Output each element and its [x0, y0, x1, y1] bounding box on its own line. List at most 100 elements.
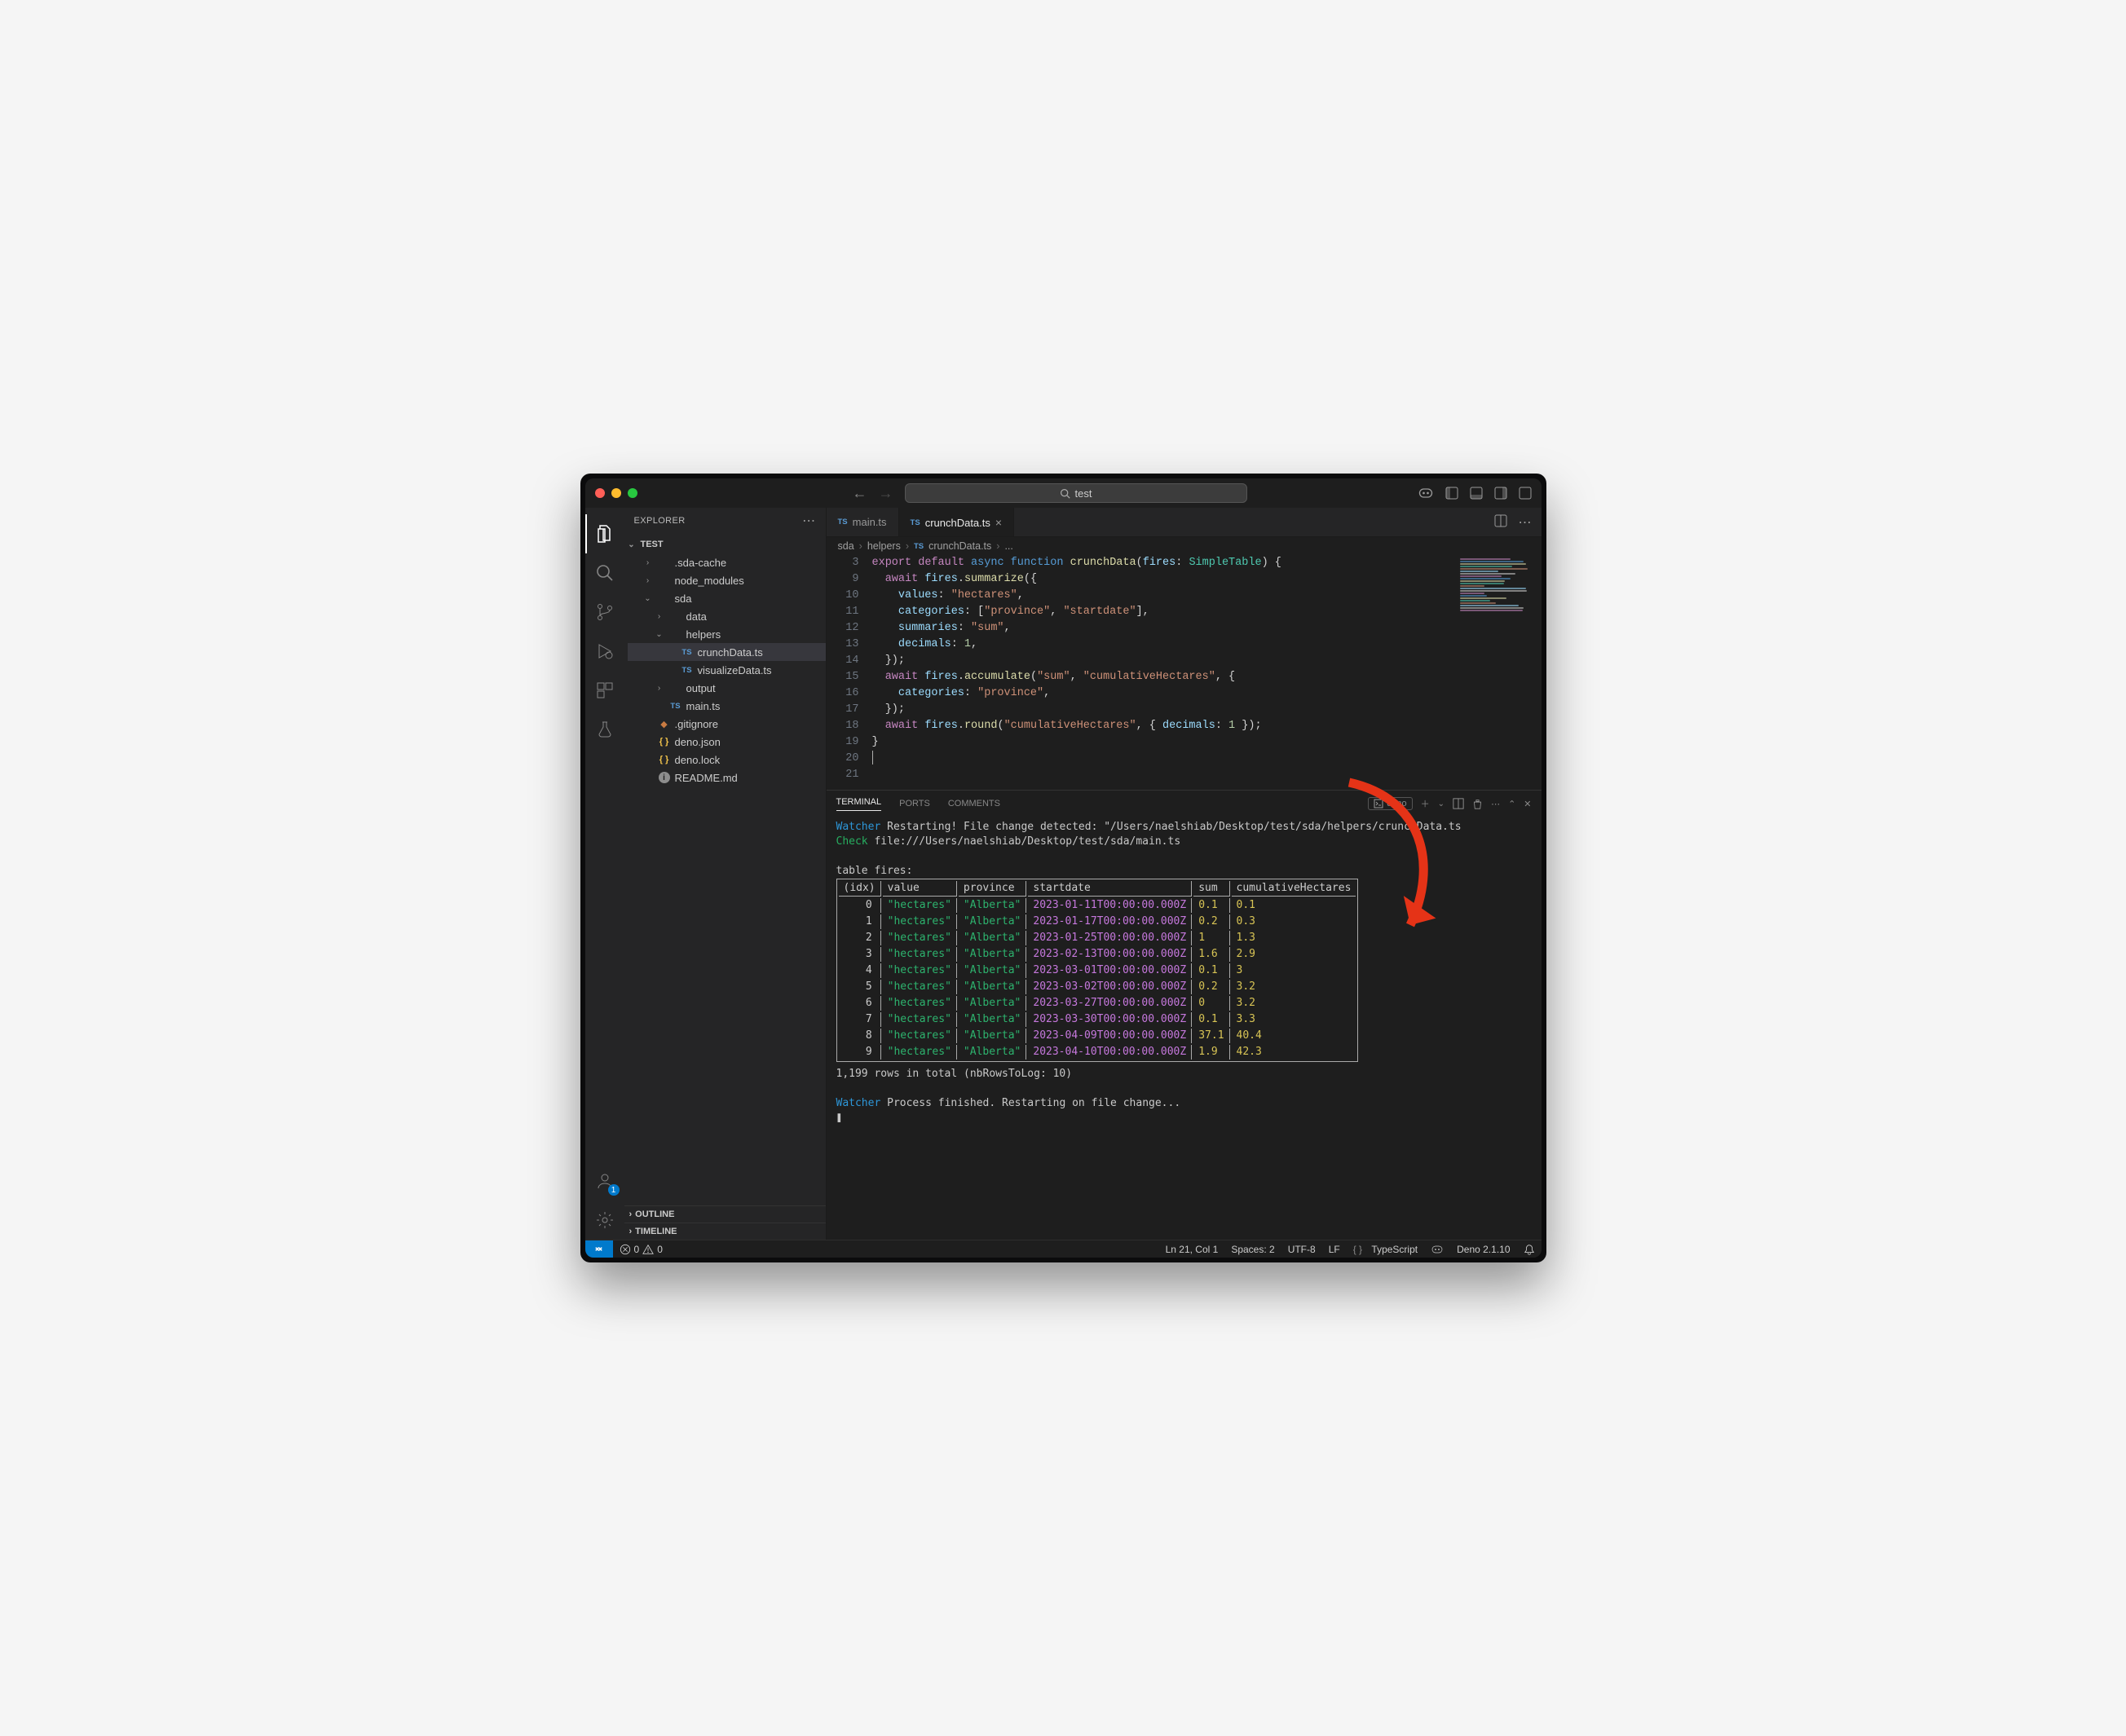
folder-root[interactable]: ⌄TEST	[624, 535, 826, 553]
explorer-title: EXPLORER	[634, 516, 686, 526]
folder-row[interactable]: ›data	[628, 607, 826, 625]
terminal-dropdown-button[interactable]: ⌄	[1438, 800, 1445, 809]
layout-customizer-icon[interactable]	[1445, 487, 1458, 500]
split-editor-button[interactable]	[1494, 514, 1507, 531]
activity-testing[interactable]	[585, 710, 624, 749]
problems-status[interactable]: 0 0	[613, 1244, 669, 1255]
bottom-panel: TERMINAL PORTS COMMENTS deno ＋ ⌄ ⋯ ⌃	[827, 790, 1542, 1240]
panel-tab-terminal[interactable]: TERMINAL	[836, 797, 882, 811]
folder-row[interactable]: ›node_modules	[628, 571, 826, 589]
folder-row[interactable]: ⌄helpers	[628, 625, 826, 643]
close-window-button[interactable]	[595, 488, 605, 498]
timeline-section[interactable]: ›TIMELINE	[624, 1223, 826, 1240]
tree-label: deno.json	[675, 736, 721, 748]
command-center-search[interactable]: test	[905, 483, 1247, 503]
tree-label: node_modules	[675, 575, 744, 587]
tree-label: visualizeData.ts	[698, 664, 772, 676]
activity-scm[interactable]	[585, 593, 624, 632]
panel-more-button[interactable]: ⋯	[1491, 799, 1500, 809]
tree-label: output	[686, 682, 716, 694]
cursor-position[interactable]: Ln 21, Col 1	[1159, 1243, 1225, 1256]
activity-accounts[interactable]: 1	[585, 1161, 624, 1201]
editor-more-button[interactable]: ⋯	[1519, 514, 1532, 531]
activity-search[interactable]	[585, 553, 624, 593]
table-row: 8"hectares""Alberta"2023-04-09T00:00:00.…	[839, 1029, 1356, 1043]
activity-debug[interactable]	[585, 632, 624, 671]
gitignore-file-icon: ◆	[657, 719, 672, 729]
gear-icon	[595, 1210, 615, 1230]
code-editor[interactable]: 39101112131415161718192021 export defaul…	[827, 555, 1542, 790]
readme-file-icon: i	[657, 772, 672, 783]
file-row[interactable]: TSvisualizeData.ts	[628, 661, 826, 679]
activity-bar: 1	[585, 508, 624, 1240]
deno-status[interactable]: Deno 2.1.10	[1450, 1243, 1516, 1256]
table-header: cumulativeHectares	[1232, 881, 1356, 897]
editor-tab[interactable]: TScrunchData.ts×	[899, 508, 1015, 536]
file-row[interactable]: { }deno.lock	[628, 751, 826, 769]
new-terminal-button[interactable]: ＋	[1421, 797, 1430, 810]
activity-extensions[interactable]	[585, 671, 624, 710]
tree-label: sda	[675, 593, 692, 605]
tree-label: data	[686, 610, 707, 623]
file-row[interactable]: iREADME.md	[628, 769, 826, 786]
tree-label: deno.lock	[675, 754, 721, 766]
copilot-icon[interactable]	[1418, 485, 1434, 501]
table-row: 1"hectares""Alberta"2023-01-17T00:00:00.…	[839, 914, 1356, 929]
activity-settings[interactable]	[585, 1201, 624, 1240]
file-row[interactable]: TSmain.ts	[628, 697, 826, 715]
copilot-status[interactable]	[1424, 1243, 1450, 1256]
minimize-window-button[interactable]	[611, 488, 621, 498]
folder-row[interactable]: ⌄sda	[628, 589, 826, 607]
nav-back-button[interactable]: ←	[848, 482, 872, 504]
tree-label: helpers	[686, 628, 721, 641]
terminal-profile[interactable]: deno	[1368, 797, 1412, 810]
table-row: 4"hectares""Alberta"2023-03-01T00:00:00.…	[839, 963, 1356, 978]
kill-terminal-button[interactable]	[1472, 799, 1483, 809]
eol-status[interactable]: LF	[1322, 1243, 1347, 1256]
file-row[interactable]: { }deno.json	[628, 733, 826, 751]
ts-file-icon: TS	[680, 666, 695, 675]
close-panel-button[interactable]: ✕	[1524, 799, 1531, 809]
indentation-status[interactable]: Spaces: 2	[1224, 1243, 1281, 1256]
breadcrumb-file[interactable]: crunchData.ts	[928, 540, 991, 552]
account-badge: 1	[608, 1184, 620, 1196]
explorer-more-button[interactable]: ⋯	[802, 513, 815, 529]
panel-tab-ports[interactable]: PORTS	[899, 799, 930, 809]
folder-row[interactable]: ›.sda-cache	[628, 553, 826, 571]
file-row[interactable]: TScrunchData.ts	[628, 643, 826, 661]
notifications-button[interactable]	[1517, 1243, 1542, 1256]
minimap[interactable]	[1457, 555, 1542, 645]
breadcrumb-segment[interactable]: sda	[838, 540, 854, 552]
encoding-status[interactable]: UTF-8	[1281, 1243, 1322, 1256]
remote-button[interactable]	[585, 1240, 613, 1258]
tab-label: main.ts	[853, 516, 887, 528]
folder-root-label: TEST	[641, 540, 664, 549]
table-row: 2"hectares""Alberta"2023-01-25T00:00:00.…	[839, 931, 1356, 945]
ts-file-icon: TS	[680, 648, 695, 657]
toggle-panel-icon[interactable]	[1470, 487, 1483, 500]
panel-tab-comments[interactable]: COMMENTS	[948, 799, 1000, 809]
activity-explorer[interactable]	[585, 514, 624, 553]
outline-section[interactable]: ›OUTLINE	[624, 1205, 826, 1223]
search-icon	[1060, 488, 1070, 499]
title-bar: ← → test	[585, 478, 1542, 508]
terminal-output[interactable]: Watcher Restarting! File change detected…	[827, 817, 1542, 1240]
nav-forward-button[interactable]: →	[874, 482, 898, 504]
toggle-sidebar-icon[interactable]	[1494, 487, 1507, 500]
folder-row[interactable]: ›output	[628, 679, 826, 697]
search-text: test	[1075, 487, 1092, 500]
editor-tab[interactable]: TSmain.ts	[827, 508, 899, 536]
file-row[interactable]: ◆.gitignore	[628, 715, 826, 733]
close-tab-button[interactable]: ×	[995, 516, 1002, 529]
toggle-fullpanel-icon[interactable]	[1519, 487, 1532, 500]
breadcrumb-segment[interactable]: helpers	[867, 540, 901, 552]
breadcrumbs[interactable]: sda › helpers › TS crunchData.ts › ...	[827, 537, 1542, 555]
breadcrumb-tail[interactable]: ...	[1004, 540, 1012, 552]
split-terminal-button[interactable]	[1453, 798, 1464, 809]
maximize-panel-button[interactable]: ⌃	[1508, 799, 1515, 809]
language-status[interactable]: { } TypeScript	[1347, 1243, 1424, 1256]
extensions-icon	[595, 681, 615, 700]
search-icon	[595, 563, 615, 583]
maximize-window-button[interactable]	[628, 488, 637, 498]
tree-label: main.ts	[686, 700, 721, 712]
